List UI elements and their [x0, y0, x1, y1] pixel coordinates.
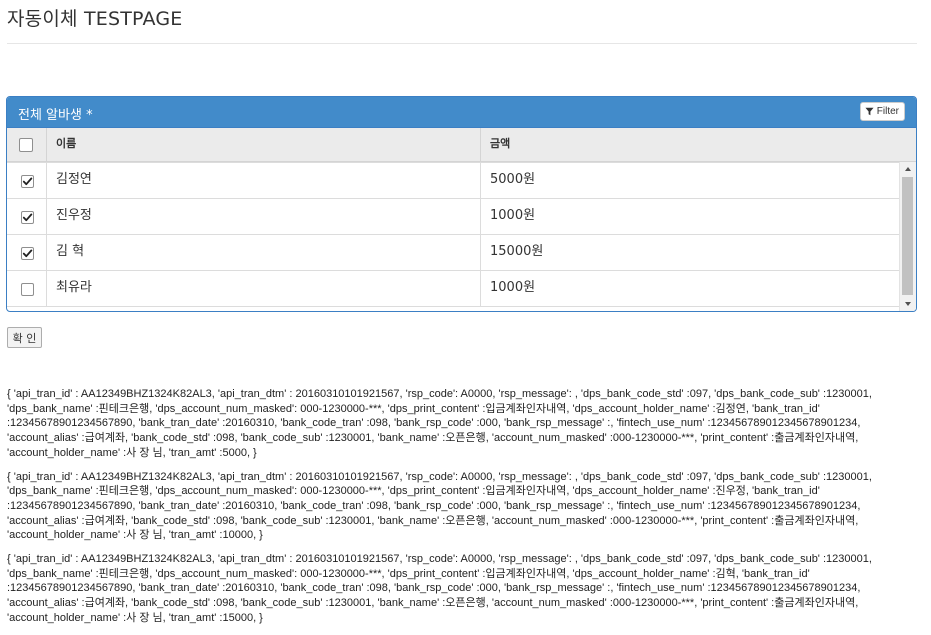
- grid-body: 김정연 5000원 진우정 1000원 김 혁 15000원 최유라 1000원: [7, 162, 916, 311]
- checkmark-icon: [22, 249, 33, 258]
- scroll-up-arrow-icon[interactable]: [900, 162, 916, 176]
- table-row[interactable]: 최유라 1000원: [7, 271, 900, 307]
- row-check-cell: [7, 199, 47, 234]
- header-check-cell: [7, 128, 47, 161]
- row-checkbox[interactable]: [21, 247, 34, 260]
- filter-button-label: Filter: [876, 106, 899, 117]
- table-row[interactable]: 진우정 1000원: [7, 199, 900, 235]
- row-check-cell: [7, 163, 47, 198]
- grid-scrollbar[interactable]: [899, 162, 916, 311]
- title-divider: [7, 43, 917, 44]
- panel-title: 전체 알바생 *: [18, 108, 93, 123]
- table-row[interactable]: 김정연 5000원: [7, 162, 900, 199]
- column-header-name[interactable]: 이름: [47, 128, 481, 161]
- row-name: 진우정: [47, 199, 481, 234]
- table-row[interactable]: 김 혁 15000원: [7, 235, 900, 271]
- filter-button[interactable]: Filter: [859, 102, 905, 121]
- row-checkbox[interactable]: [21, 175, 34, 188]
- scroll-down-arrow-icon[interactable]: [900, 297, 916, 311]
- grid-header-row: 이름 금액: [7, 128, 916, 162]
- scroll-thumb[interactable]: [902, 177, 913, 295]
- row-check-cell: [7, 235, 47, 270]
- checkmark-icon: [22, 177, 33, 186]
- filter-icon: [865, 107, 874, 116]
- row-checkbox[interactable]: [21, 211, 34, 224]
- row-check-cell: [7, 271, 47, 306]
- row-checkbox[interactable]: [21, 283, 34, 296]
- grid-rows: 김정연 5000원 진우정 1000원 김 혁 15000원 최유라 1000원: [7, 162, 900, 311]
- checkmark-icon: [22, 213, 33, 222]
- employee-grid-panel: 전체 알바생 * Filter 이름 금액 김정연 5000원 진우정 1000…: [6, 96, 917, 312]
- log-entry: { 'api_tran_id' : AA12349BHZ1324K82AL3, …: [7, 388, 872, 459]
- row-amount: 1000원: [490, 208, 536, 223]
- row-name: 최유라: [47, 271, 481, 306]
- page-title: 자동이체 TESTPAGE: [7, 8, 183, 30]
- panel-header: 전체 알바생 * Filter: [7, 97, 916, 128]
- log-entry: { 'api_tran_id' : AA12349BHZ1324K82AL3, …: [7, 553, 872, 624]
- employee-grid: 이름 금액 김정연 5000원 진우정 1000원 김 혁 15000원 최유라…: [7, 128, 916, 311]
- row-name: 김 혁: [47, 235, 481, 270]
- select-all-checkbox[interactable]: [19, 138, 33, 152]
- row-name: 김정연: [47, 163, 481, 198]
- row-amount: 5000원: [490, 172, 536, 187]
- column-header-amount[interactable]: 금액: [481, 128, 916, 161]
- confirm-button[interactable]: 확 인: [7, 327, 42, 348]
- log-entry: { 'api_tran_id' : AA12349BHZ1324K82AL3, …: [7, 470, 872, 542]
- row-amount: 15000원: [490, 244, 544, 259]
- row-amount: 1000원: [490, 280, 536, 295]
- transfer-result-log: { 'api_tran_id' : AA12349BHZ1324K82AL3, …: [7, 387, 907, 635]
